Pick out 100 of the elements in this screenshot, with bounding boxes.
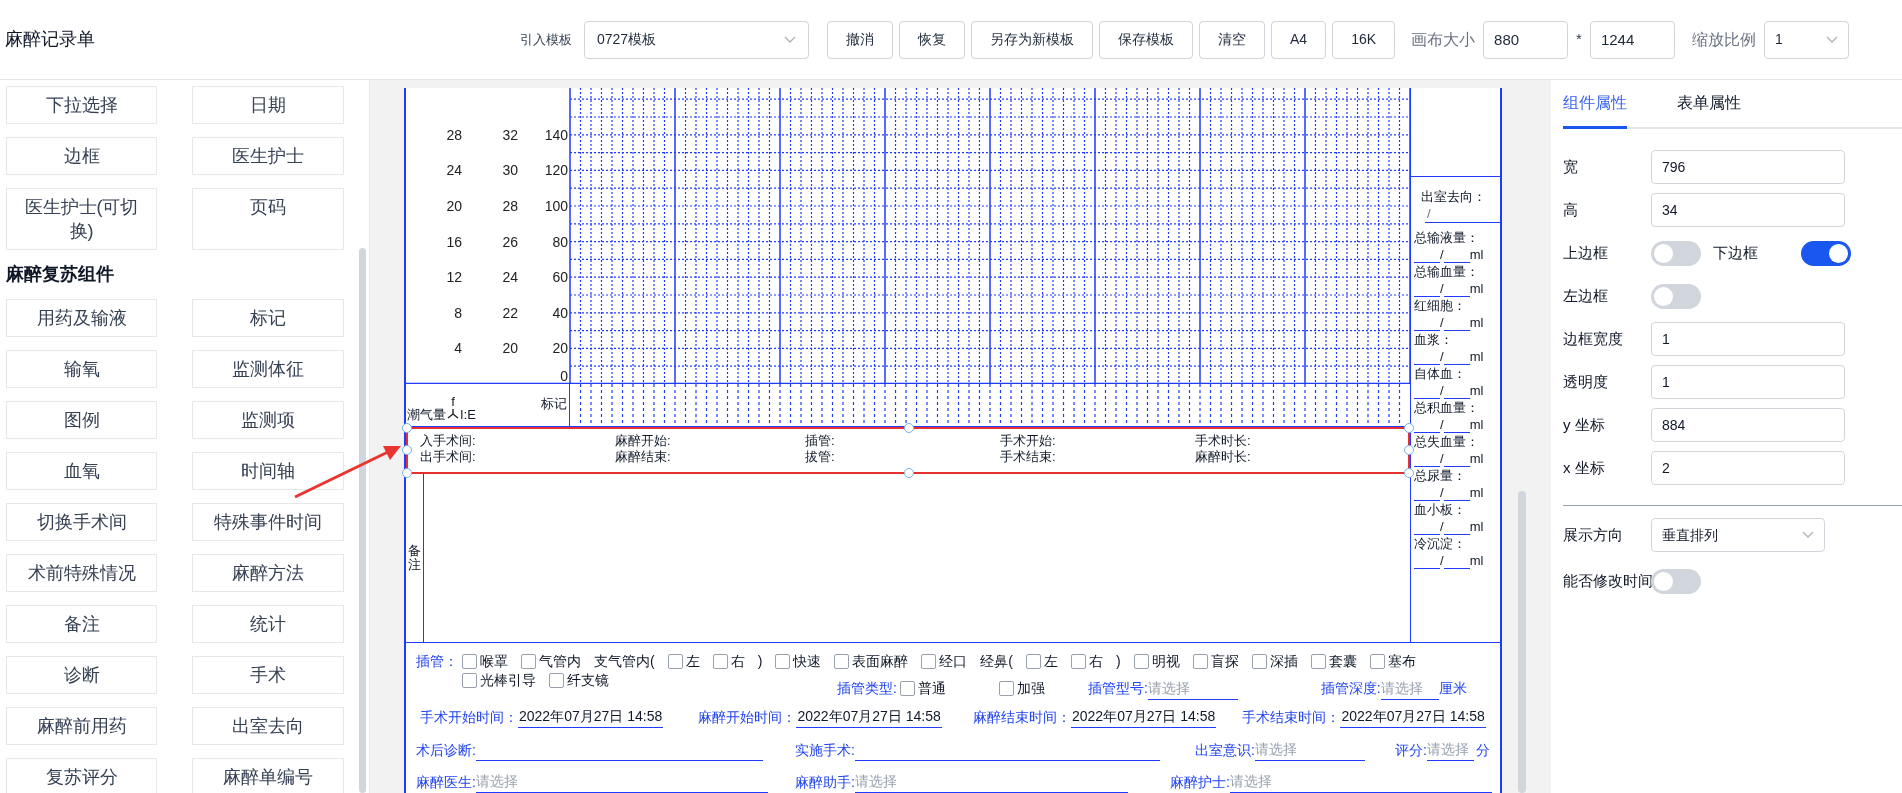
axis-label: 4 — [454, 340, 462, 357]
resize-handle[interactable] — [402, 445, 412, 455]
input-field[interactable]: 884 — [1651, 408, 1845, 442]
select-field[interactable]: 请选择 — [475, 771, 768, 793]
resize-handle[interactable] — [1404, 468, 1414, 478]
resize-handle[interactable] — [904, 423, 914, 433]
component-button[interactable]: 输氧 — [6, 350, 157, 388]
date-field[interactable]: 2022年07月27日 14:58 — [518, 706, 664, 728]
component-button[interactable]: 复苏评分 — [6, 758, 157, 793]
toolbar-button[interactable]: 另存为新模板 — [971, 20, 1093, 59]
checkbox[interactable] — [521, 654, 536, 669]
select-field[interactable]: 请选择 — [1229, 771, 1492, 793]
resize-handle[interactable] — [402, 468, 412, 478]
canvas-height-input[interactable]: 1244 — [1589, 20, 1675, 59]
select-field[interactable]: 请选择 — [1254, 739, 1365, 761]
panel-tab[interactable]: 表单属性 — [1677, 80, 1741, 129]
input-field[interactable]: 1 — [1651, 322, 1845, 356]
toggle-switch[interactable] — [1801, 240, 1851, 266]
template-select[interactable]: 0727模板 — [584, 20, 809, 59]
checkbox[interactable] — [667, 654, 683, 669]
separator: / — [1440, 518, 1444, 535]
checkbox[interactable] — [899, 681, 915, 696]
select-field[interactable]: 请选择 — [1147, 677, 1238, 700]
stat-label: 总尿量： — [1414, 467, 1467, 484]
component-button[interactable]: 麻醉方法 — [192, 554, 344, 592]
checkbox[interactable] — [712, 654, 728, 669]
checkbox[interactable] — [549, 673, 564, 688]
select-field[interactable]: 请选择 — [1380, 677, 1439, 700]
resize-handle[interactable] — [1404, 445, 1414, 455]
select-field[interactable]: 垂直排列 — [1651, 518, 1825, 552]
select-field[interactable]: 请选择 — [854, 771, 1128, 793]
checkbox[interactable] — [462, 673, 477, 688]
component-button[interactable]: 备注 — [6, 605, 157, 643]
canvas-width-input[interactable]: 880 — [1483, 20, 1569, 59]
input-field[interactable]: 796 — [1651, 150, 1845, 184]
component-button[interactable]: 图例 — [6, 401, 157, 439]
checkbox[interactable] — [1071, 654, 1086, 669]
option-label: 普通 — [917, 679, 946, 698]
input-field[interactable]: 34 — [1651, 193, 1845, 227]
component-button[interactable]: 统计 — [192, 605, 344, 643]
toolbar-button[interactable]: 清空 — [1199, 20, 1265, 59]
component-button[interactable]: 边框 — [6, 137, 157, 175]
component-button[interactable]: 下拉选择 — [6, 86, 157, 124]
component-button[interactable]: 特殊事件时间 — [192, 503, 344, 541]
unit-label: ml — [1469, 450, 1484, 467]
checkbox[interactable] — [775, 654, 791, 669]
component-button[interactable]: 血氧 — [6, 452, 157, 490]
field-label: 麻醉开始: — [615, 433, 672, 449]
scrollbar-thumb[interactable] — [359, 248, 366, 793]
component-button[interactable]: 医生护士(可切换) — [6, 188, 157, 250]
resize-handle[interactable] — [402, 423, 412, 433]
checkbox[interactable] — [1369, 654, 1385, 669]
component-button[interactable]: 出室去向 — [192, 707, 344, 745]
zoom-select[interactable]: 1 — [1763, 20, 1849, 59]
discharge-field[interactable]: / — [1425, 205, 1501, 223]
component-button[interactable]: 监测项 — [192, 401, 344, 439]
resize-handle[interactable] — [904, 468, 914, 478]
date-field[interactable]: 2022年07月27日 14:58 — [1340, 706, 1486, 728]
panel-tab[interactable]: 组件属性 — [1563, 80, 1627, 129]
component-button[interactable]: 切换手术间 — [6, 503, 157, 541]
checkbox[interactable] — [921, 654, 937, 669]
toggle-switch[interactable] — [1651, 568, 1701, 594]
checkbox[interactable] — [834, 654, 850, 669]
resize-handle[interactable] — [1404, 423, 1414, 433]
toolbar-button[interactable]: 16K — [1332, 20, 1396, 59]
date-field[interactable]: 2022年07月27日 14:58 — [1071, 706, 1217, 728]
toolbar-button[interactable]: 保存模板 — [1099, 20, 1193, 59]
component-button[interactable]: 用药及输液 — [6, 299, 157, 337]
component-button[interactable]: 日期 — [192, 86, 344, 124]
option-label: 深插 — [1269, 652, 1298, 671]
toolbar-button[interactable]: 恢复 — [899, 20, 965, 59]
checkbox[interactable] — [1026, 654, 1041, 669]
option-label: 明视 — [1151, 652, 1180, 671]
component-button[interactable]: 诊断 — [6, 656, 157, 694]
component-button[interactable]: 时间轴 — [192, 452, 344, 490]
toggle-switch[interactable] — [1651, 240, 1701, 266]
checkbox[interactable] — [1133, 654, 1149, 669]
input-field[interactable]: 2 — [1651, 451, 1845, 485]
checkbox[interactable] — [998, 681, 1014, 696]
scrollbar-thumb[interactable] — [1518, 491, 1526, 793]
option-label: 左 — [685, 652, 700, 671]
checkbox[interactable] — [1310, 654, 1326, 669]
row-label: 潮气量 — [407, 407, 446, 422]
component-button[interactable]: 医生护士 — [192, 137, 344, 175]
component-button[interactable]: 术前特殊情况 — [6, 554, 157, 592]
component-button[interactable]: 麻醉单编号 — [192, 758, 344, 793]
toolbar-button[interactable]: 撤消 — [827, 20, 893, 59]
checkbox[interactable] — [462, 654, 477, 669]
component-button[interactable]: 监测体征 — [192, 350, 344, 388]
axis-label: 16 — [446, 233, 462, 250]
checkbox[interactable] — [1251, 654, 1267, 669]
component-button[interactable]: 手术 — [192, 656, 344, 694]
component-button[interactable]: 页码 — [192, 188, 344, 250]
checkbox[interactable] — [1192, 654, 1208, 669]
toggle-switch[interactable] — [1651, 283, 1701, 309]
component-button[interactable]: 标记 — [192, 299, 344, 337]
component-button[interactable]: 麻醉前用药 — [6, 707, 157, 745]
input-field[interactable]: 1 — [1651, 365, 1845, 399]
date-field[interactable]: 2022年07月27日 14:58 — [796, 706, 942, 728]
toolbar-button[interactable]: A4 — [1271, 20, 1327, 59]
